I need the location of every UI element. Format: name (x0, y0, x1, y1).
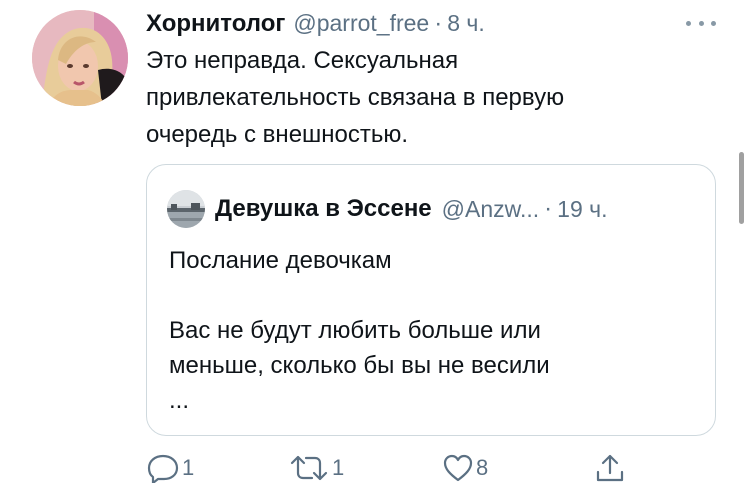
retweet-count: 1 (332, 455, 345, 480)
quoted-avatar-photo (167, 190, 205, 228)
quoted-author-handle: @Anzw... (441, 195, 540, 222)
avatar-photo (32, 10, 128, 106)
like-button[interactable]: 8 (442, 450, 488, 486)
share-button[interactable] (594, 450, 626, 486)
quoted-separator-dot: · (544, 195, 553, 222)
quoted-author-avatar (167, 190, 205, 228)
retweet-button[interactable]: 1 (288, 450, 344, 486)
reply-button[interactable]: 1 (146, 450, 194, 486)
quoted-tweet-header: Девушка в Эссене @Anzw... · 19 ч. (167, 190, 608, 228)
scrollbar[interactable] (739, 152, 744, 224)
tweet-timestamp[interactable]: 8 ч. (447, 8, 485, 38)
tweet: Хорнитолог @parrot_free · 8 ч. Это непра… (0, 0, 750, 490)
reply-count: 1 (182, 455, 195, 480)
tweet-text: Это неправда. Сексуальная привлекательно… (146, 47, 565, 148)
quoted-tweet-timestamp: 19 ч. (557, 195, 608, 222)
author-name[interactable]: Хорнитолог (146, 9, 285, 39)
like-count: 8 (476, 455, 489, 480)
reply-icon (147, 454, 179, 483)
tweet-header: Хорнитолог @parrot_free · 8 ч. (146, 8, 485, 38)
author-handle[interactable]: @parrot_free (293, 8, 429, 38)
quoted-tweet-card[interactable]: Девушка в Эссене @Anzw... · 19 ч. Послан… (146, 164, 716, 436)
more-icon[interactable] (686, 19, 716, 27)
quoted-author-name: Девушка в Эссене (215, 195, 432, 222)
avatar[interactable] (32, 10, 128, 106)
heart-icon (443, 454, 473, 482)
separator-dot: · (434, 10, 443, 37)
share-icon (596, 454, 624, 482)
quoted-tweet-text: Послание девочкам Вас не будут любить бо… (169, 247, 550, 414)
retweet-icon (290, 455, 328, 481)
tweet-actions: 1 1 8 (146, 450, 646, 486)
